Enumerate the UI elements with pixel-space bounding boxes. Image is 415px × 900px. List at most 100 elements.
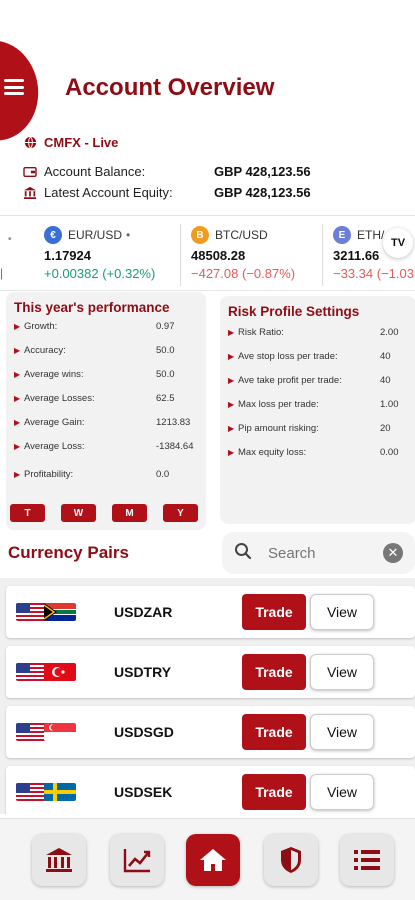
hamburger-icon — [4, 79, 24, 82]
pair-flags — [16, 721, 76, 743]
balance-value: GBP 428,123.56 — [214, 164, 311, 179]
globe-icon — [22, 136, 38, 150]
pair-flags — [16, 661, 76, 683]
bitcoin-coin-icon: B — [191, 226, 209, 244]
caret-right-icon: ▶ — [14, 470, 21, 479]
bank-icon — [22, 186, 38, 200]
period-button-today[interactable]: T — [10, 504, 45, 522]
stat-row: ▶ Profitability: 0.0 — [14, 469, 170, 480]
sweden-flag-icon — [44, 783, 76, 801]
home-icon — [200, 849, 226, 871]
stat-row: ▶ Ave stop loss per trade: 40 — [228, 351, 391, 362]
currency-pair-row: USDSEK Trade View — [6, 766, 415, 814]
caret-right-icon: ▶ — [228, 448, 235, 457]
south-africa-flag-icon — [44, 603, 76, 621]
turkey-flag-icon — [44, 663, 76, 681]
caret-right-icon: ▶ — [14, 370, 21, 379]
pair-name: USDTRY — [114, 664, 172, 680]
caret-right-icon: ▶ — [228, 376, 235, 385]
ticker-change: −33.34 (−1.03 — [333, 266, 414, 281]
stat-row: ▶ Max equity loss: 0.00 — [228, 447, 399, 458]
ethereum-coin-icon: E — [333, 226, 351, 244]
period-selector: T W M Y — [10, 504, 198, 522]
ticker-symbol: BTC/USD — [215, 228, 268, 242]
caret-right-icon: ▶ — [228, 400, 235, 409]
stat-row: ▶ Growth: 0.97 — [14, 321, 175, 332]
nav-accounts-button[interactable] — [32, 834, 86, 886]
price-ticker[interactable]: • | € EUR/USD • 1.17924 +0.00382 (+0.32%) … — [0, 215, 415, 291]
ticker-symbol: EUR/USD — [68, 228, 123, 242]
performance-card: This year's performance ▶ Growth: 0.97 ▶ Ac… — [6, 292, 206, 530]
wallet-icon — [22, 165, 38, 179]
search-icon — [234, 542, 256, 565]
tradingview-logo-icon[interactable]: TV — [383, 228, 413, 258]
pair-name: USDZAR — [114, 604, 173, 620]
ticker-item-eurusd[interactable]: € EUR/USD • 1.17924 +0.00382 (+0.32%) — [34, 224, 155, 286]
ticker-change: −427.08 (−0.87%) — [191, 266, 296, 281]
ticker-symbol: ETH/ — [357, 228, 385, 242]
account-equity-row: Latest Account Equity: GBP 428,123.56 — [22, 185, 311, 200]
ticker-price: 1.17924 — [44, 248, 91, 263]
balance-label: Account Balance: — [44, 164, 146, 179]
equity-label: Latest Account Equity: — [44, 185, 173, 200]
view-button[interactable]: View — [310, 594, 374, 630]
nav-risk-button[interactable] — [264, 834, 318, 886]
caret-right-icon: ▶ — [14, 346, 21, 355]
stat-row: ▶ Pip amount risking: 20 — [228, 423, 391, 434]
nav-list-button[interactable] — [340, 834, 394, 886]
currency-pair-row: USDSGD Trade View — [6, 706, 415, 758]
account-name-row: CMFX - Live — [22, 135, 118, 150]
ticker-dot: • — [8, 234, 12, 245]
page-title: Account Overview — [65, 74, 275, 101]
currency-pair-row: USDTRY Trade View — [6, 646, 415, 698]
stat-row: ▶ Risk Ratio: 2.00 — [228, 327, 399, 338]
euro-coin-icon: € — [44, 226, 62, 244]
nav-home-button[interactable] — [186, 834, 240, 886]
pair-flags — [16, 601, 76, 623]
currency-pairs-title: Currency Pairs — [8, 543, 129, 562]
caret-right-icon: ▶ — [14, 442, 21, 451]
stat-row: ▶ Ave take profit per trade: 40 — [228, 375, 391, 386]
caret-right-icon: ▶ — [228, 328, 235, 337]
trade-button[interactable]: Trade — [242, 774, 306, 810]
caret-right-icon: ▶ — [14, 394, 21, 403]
stat-row: ▶ Average Losses: 62.5 — [14, 393, 175, 404]
view-button[interactable]: View — [310, 654, 374, 690]
singapore-flag-icon — [44, 723, 76, 741]
risk-profile-card: Risk Profile Settings ▶ Risk Ratio: 2.00 ▶… — [220, 296, 415, 524]
period-button-month[interactable]: M — [112, 504, 147, 522]
nav-charts-button[interactable] — [110, 834, 164, 886]
bank-icon — [46, 848, 72, 872]
list-icon — [354, 850, 380, 870]
currency-pair-row: USDZAR Trade View — [6, 586, 415, 638]
ticker-price: 48508.28 — [191, 248, 246, 263]
view-button[interactable]: View — [310, 774, 374, 810]
ticker-change: +0.00382 (+0.32%) — [44, 266, 156, 281]
shield-icon — [281, 847, 301, 873]
bottom-navigation — [0, 818, 415, 900]
account-balance-row: Account Balance: GBP 428,123.56 — [22, 164, 311, 179]
pair-name: USDSGD — [114, 724, 174, 740]
account-name: CMFX - Live — [44, 135, 119, 150]
stat-row: ▶ Average Gain: 1213.83 — [14, 417, 191, 428]
pair-name: USDSEK — [114, 784, 173, 800]
search-input[interactable] — [268, 544, 383, 562]
pair-flags — [16, 781, 76, 803]
performance-title: This year's performance — [14, 300, 170, 315]
view-button[interactable]: View — [310, 714, 374, 750]
period-button-week[interactable]: W — [61, 504, 96, 522]
equity-value: GBP 428,123.56 — [214, 185, 311, 200]
clear-search-icon[interactable]: ✕ — [383, 543, 403, 563]
stat-row: ▶ Average Loss: -1384.64 — [14, 441, 194, 452]
caret-right-icon: ▶ — [228, 352, 235, 361]
trade-button[interactable]: Trade — [242, 594, 306, 630]
currency-pair-list[interactable]: USDZAR Trade View USDTRY Trade View USDS… — [0, 578, 415, 814]
trade-button[interactable]: Trade — [242, 714, 306, 750]
trade-button[interactable]: Trade — [242, 654, 306, 690]
hamburger-menu-button[interactable] — [2, 76, 26, 98]
stat-row: ▶ Accuracy: 50.0 — [14, 345, 175, 356]
ticker-item-btcusd[interactable]: B BTC/USD 48508.28 −427.08 (−0.87%) — [180, 224, 295, 286]
period-button-year[interactable]: Y — [163, 504, 198, 522]
risk-title: Risk Profile Settings — [228, 304, 360, 319]
ticker-fragment: | — [0, 266, 4, 280]
